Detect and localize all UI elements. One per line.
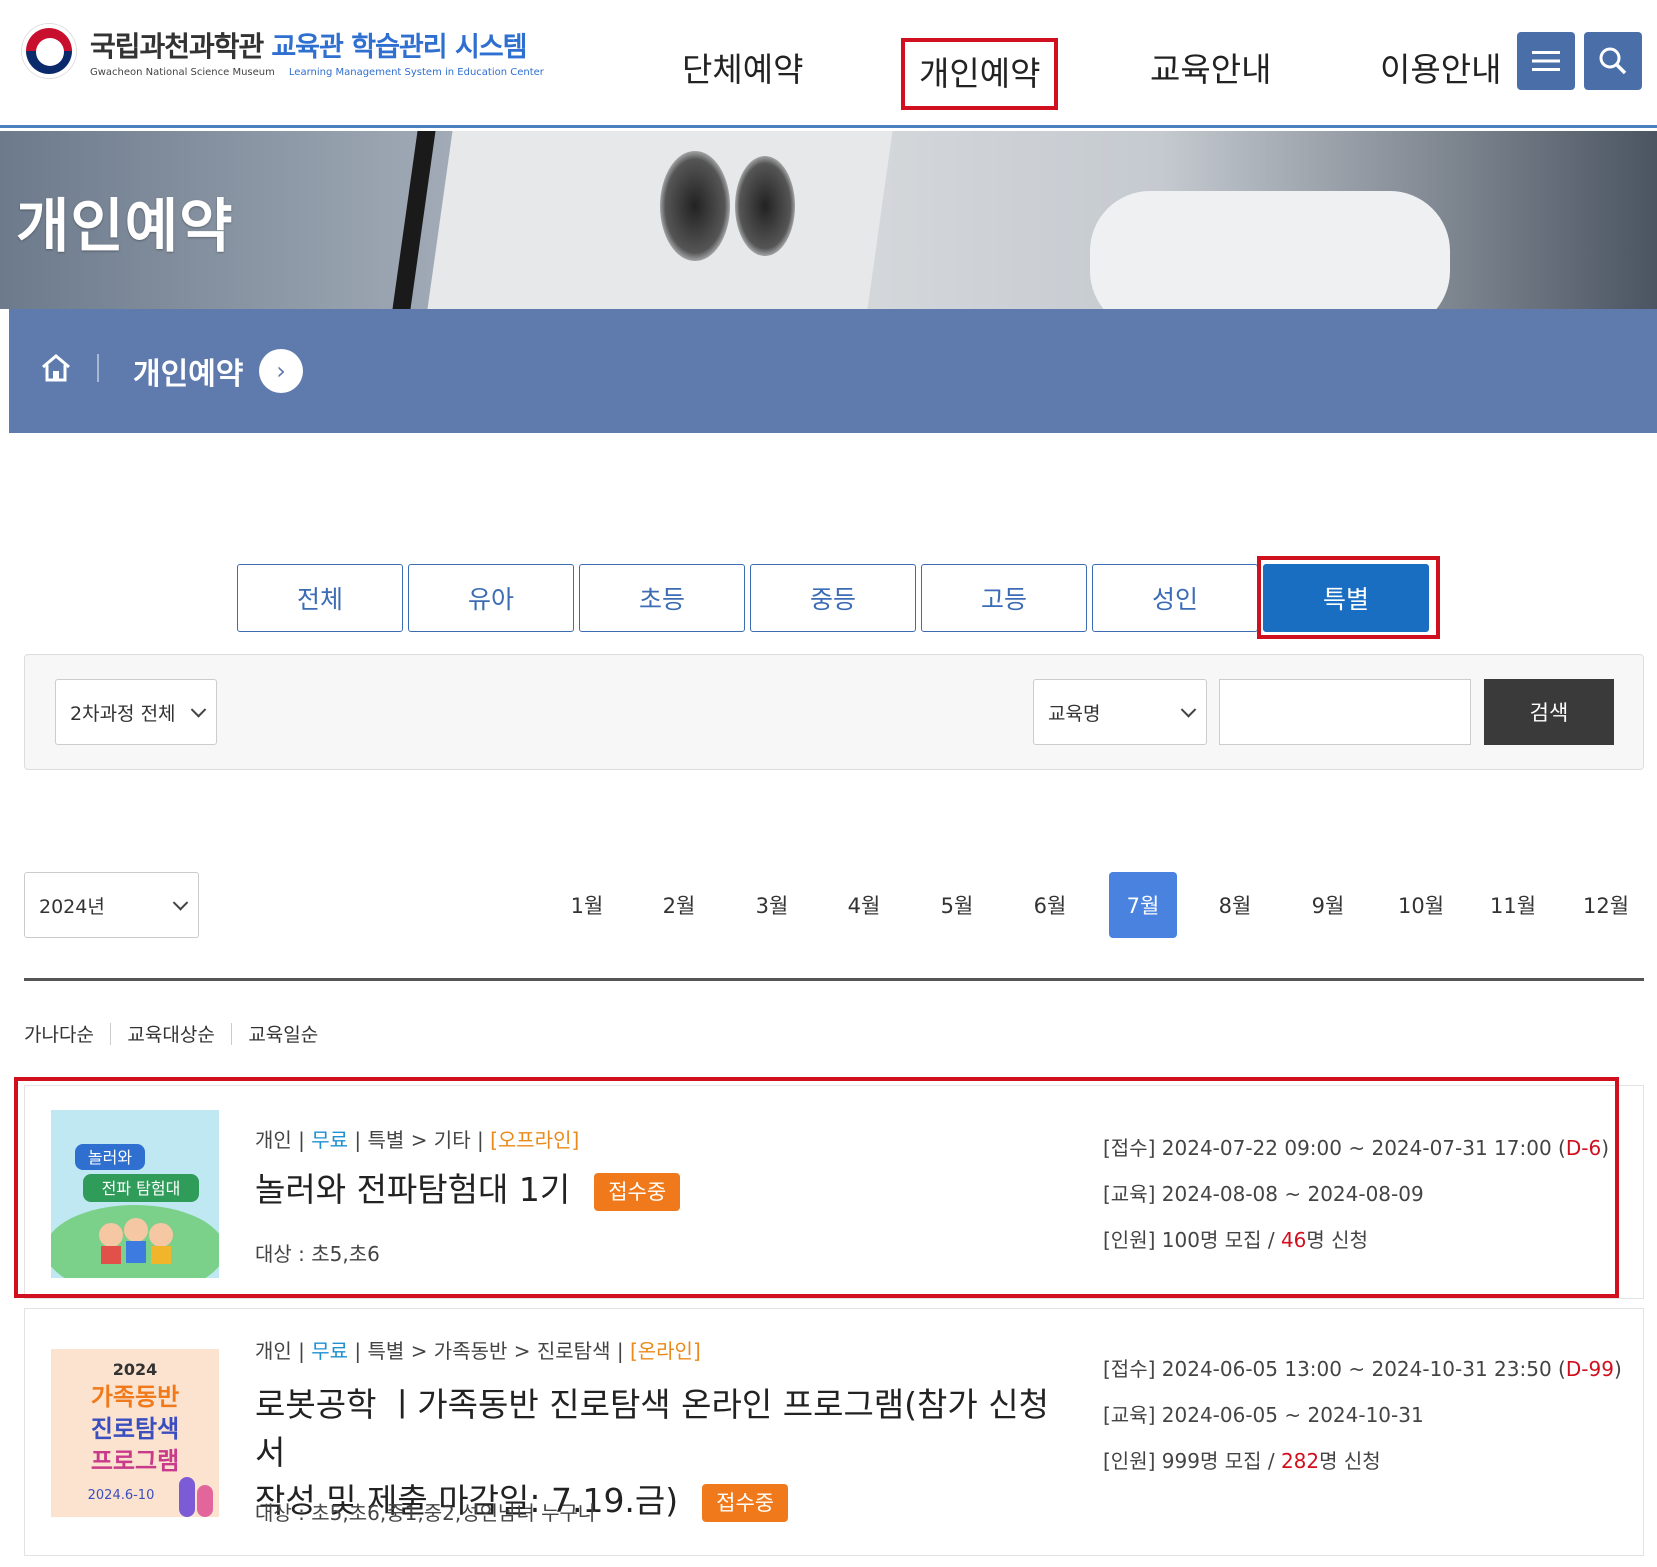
dday-badge: D-99 xyxy=(1565,1357,1614,1381)
logo-system-name-en: Learning Management System in Education … xyxy=(288,66,544,78)
tab-high[interactable]: 고등 xyxy=(921,564,1087,632)
sort-by-date[interactable]: 교육일순 xyxy=(248,1020,318,1047)
tab-highlight-frame xyxy=(1257,556,1440,639)
thumb-text-1: 2024 xyxy=(113,1360,158,1379)
logo-museum-name: 국립과천과학관 xyxy=(90,29,264,63)
reception-period: [접수] 2024-06-05 13:00 ~ 2024-10-31 23:50… xyxy=(1103,1357,1622,1381)
search-input[interactable] xyxy=(1219,679,1471,745)
tab-elementary[interactable]: 초등 xyxy=(579,564,745,632)
hero-banner: 개인예약 xyxy=(0,131,1657,309)
thumb-text-4: 프로그램 xyxy=(91,1447,179,1475)
month-11[interactable]: 11월 xyxy=(1479,872,1547,938)
sort-by-target[interactable]: 교육대상순 xyxy=(127,1020,214,1047)
course-select[interactable]: 2차과정 전체 xyxy=(55,679,217,745)
thumb-text-2: 가족동반 xyxy=(91,1383,179,1411)
tab-all[interactable]: 전체 xyxy=(237,564,403,632)
chevron-down-icon xyxy=(1180,702,1197,718)
site-logo[interactable]: 국립과천과학관 교육관 학습관리 시스템 Gwacheon National S… xyxy=(22,24,544,78)
breadcrumb-separator xyxy=(97,354,99,382)
hamburger-menu-icon xyxy=(1532,51,1560,71)
education-period: [교육] 2024-06-05 ~ 2024-10-31 xyxy=(1103,1403,1424,1427)
chevron-down-icon xyxy=(172,895,189,911)
course-select-value: 2차과정 전체 xyxy=(70,702,176,725)
capacity-info: [인원] 999명 모집 / 282명 신청 xyxy=(1103,1449,1381,1473)
tab-adult[interactable]: 성인 xyxy=(1092,564,1258,632)
sort-alphabetical[interactable]: 가나다순 xyxy=(24,1020,94,1047)
month-3[interactable]: 3월 xyxy=(738,872,806,938)
year-select-value: 2024년 xyxy=(39,895,105,918)
month-7[interactable]: 7월 xyxy=(1109,872,1177,938)
month-2[interactable]: 2월 xyxy=(645,872,713,938)
chevron-down-icon xyxy=(190,702,207,718)
program-thumbnail[interactable]: 2024 가족동반 진로탐색 프로그램 2024.6-10 xyxy=(51,1349,219,1517)
tab-middle[interactable]: 중등 xyxy=(750,564,916,632)
search-field-select[interactable]: 교육명 xyxy=(1033,679,1207,745)
month-5[interactable]: 5월 xyxy=(923,872,991,938)
sort-options: 가나다순 교육대상순 교육일순 xyxy=(24,1020,318,1047)
logo-system-name: 교육관 학습관리 시스템 xyxy=(271,31,527,63)
month-1[interactable]: 1월 xyxy=(553,872,621,938)
nav-education-info[interactable]: 교육안내 xyxy=(1150,40,1271,100)
card-highlight-frame xyxy=(14,1077,1619,1298)
program-card[interactable]: 2024 가족동반 진로탐색 프로그램 2024.6-10 개인 | 무료 | … xyxy=(24,1308,1644,1556)
thumb-text-3: 진로탐색 xyxy=(91,1415,179,1443)
year-select[interactable]: 2024년 xyxy=(24,872,199,938)
search-field-value: 교육명 xyxy=(1048,702,1101,725)
thumb-text-5: 2024.6-10 xyxy=(88,1488,155,1503)
search-filter-box: 2차과정 전체 교육명 검색 xyxy=(24,654,1644,770)
home-icon[interactable] xyxy=(39,351,73,385)
nav-group-reservation[interactable]: 단체예약 xyxy=(682,40,803,100)
month-10[interactable]: 10월 xyxy=(1387,872,1455,938)
site-header: 국립과천과학관 교육관 학습관리 시스템 Gwacheon National S… xyxy=(0,0,1657,128)
tab-preschool[interactable]: 유아 xyxy=(408,564,574,632)
page-title: 개인예약 xyxy=(16,192,234,260)
breadcrumb-current[interactable]: 개인예약 xyxy=(133,349,243,393)
program-meta: 개인 | 무료 | 특별 > 가족동반 > 진로탐색 | [온라인] xyxy=(255,1339,701,1363)
logo-museum-name-en: Gwacheon National Science Museum xyxy=(90,66,275,78)
search-toggle-button[interactable] xyxy=(1584,32,1642,90)
museum-emblem-icon xyxy=(22,24,76,78)
search-button[interactable]: 검색 xyxy=(1484,679,1614,745)
nav-usage-info[interactable]: 이용안내 xyxy=(1380,40,1501,100)
month-4[interactable]: 4월 xyxy=(830,872,898,938)
search-icon xyxy=(1599,47,1627,75)
status-badge: 접수중 xyxy=(702,1483,789,1522)
breadcrumb: 개인예약 › xyxy=(9,309,1657,433)
menu-button[interactable] xyxy=(1517,32,1575,90)
nav-individual-reservation[interactable]: 개인예약 xyxy=(901,38,1059,110)
chevron-right-icon[interactable]: › xyxy=(259,349,303,393)
month-12[interactable]: 12월 xyxy=(1572,872,1640,938)
month-6[interactable]: 6월 xyxy=(1016,872,1084,938)
list-divider xyxy=(24,978,1644,981)
month-9[interactable]: 9월 xyxy=(1294,872,1362,938)
program-target: 대상 : 초5,초6,중1,중2,성인남녀 누구나 xyxy=(255,1501,597,1525)
month-8[interactable]: 8월 xyxy=(1201,872,1269,938)
